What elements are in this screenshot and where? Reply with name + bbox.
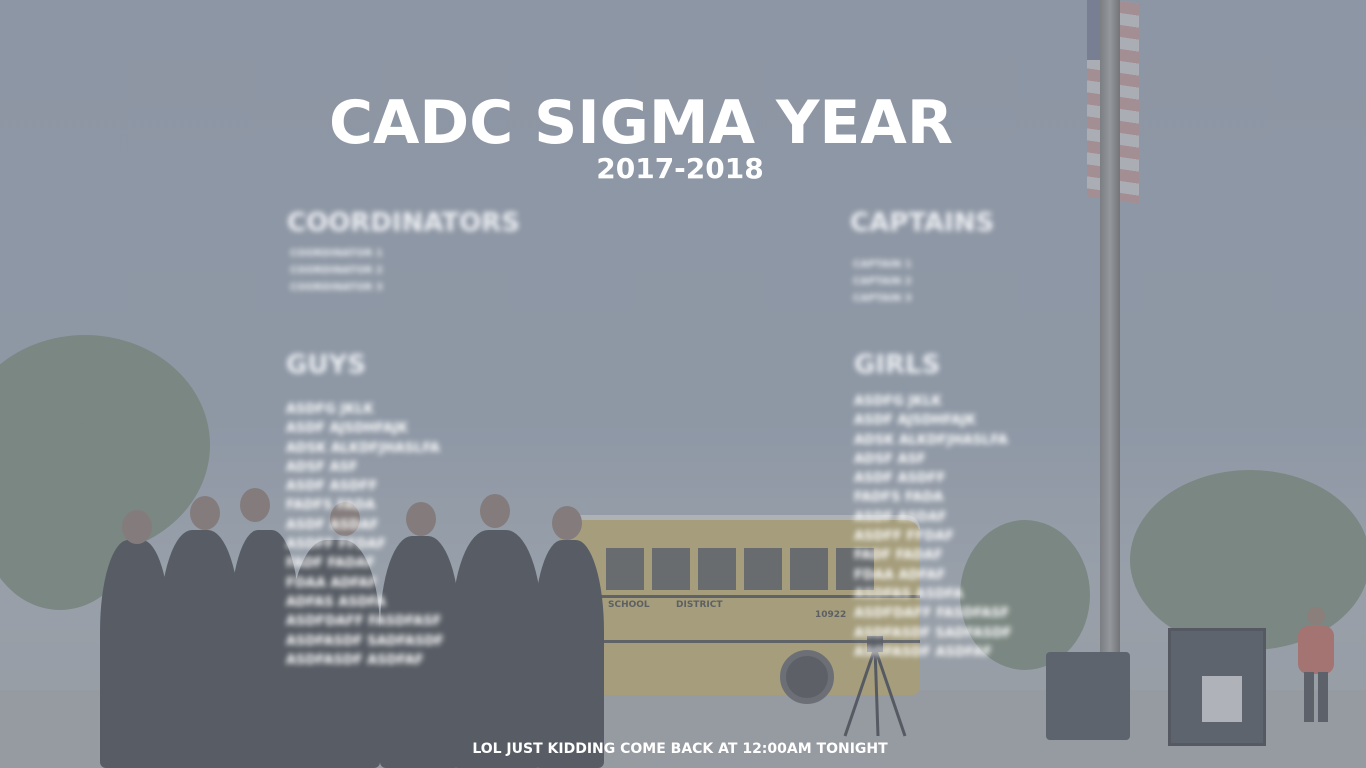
list-item: ASDF ASDFF <box>286 479 378 495</box>
list-item: CAPTAIN 3 <box>853 293 912 304</box>
list-item: FADFS FADA <box>286 498 376 514</box>
captains-list: CAPTAIN 1 CAPTAIN 2 CAPTAIN 3 <box>853 256 912 307</box>
list-item: FADF FADAF <box>286 556 375 572</box>
girls-list: ASDFG JKLK ASDF AJSDHFAJK ADSK ALKDFJHAS… <box>854 392 1012 662</box>
list-item: ASDFAS ASDFA <box>854 586 964 602</box>
list-item: ASDFF FFDAF <box>286 537 386 553</box>
list-item: ASDF AJSDHFAJK <box>286 421 408 437</box>
coordinators-heading: COORDINATORS <box>287 208 521 238</box>
footer-message: LOL JUST KIDDING COME BACK AT 12:00AM TO… <box>472 741 888 757</box>
list-item: ASDFF FFDAF <box>854 529 954 545</box>
list-item: FADF FADAF <box>854 548 943 564</box>
page-title: CADC SIGMA YEAR <box>328 88 954 158</box>
list-item: ASDF AJSDHFAJK <box>854 413 976 429</box>
list-item: COORDINATOR 1 <box>290 248 383 259</box>
list-item: ADSF ASF <box>854 451 926 467</box>
list-item: ASDF ASDAF <box>286 517 379 533</box>
year-subtitle: 2017-2018 <box>596 152 764 185</box>
list-item: FDAA ADFAF <box>286 575 378 591</box>
list-item: FADFS FADA <box>854 490 944 506</box>
list-item: ASDFG JKLK <box>854 394 942 409</box>
list-item: ASDF ASDAF <box>854 509 947 525</box>
list-item: CAPTAIN 1 <box>853 259 912 270</box>
list-item: COORDINATOR 3 <box>290 282 383 293</box>
list-item: ASDFASDF SADFASDF <box>286 633 444 649</box>
list-item: ASDFDAFF FASDFASF <box>286 614 442 630</box>
captains-heading: CAPTAINS <box>850 208 995 238</box>
list-item: CAPTAIN 2 <box>853 276 912 287</box>
list-item: ADSK ALKDFJHASLFA <box>854 432 1008 448</box>
list-item: ASDF ASDFF <box>854 471 946 487</box>
list-item: ASOFASDF ASDFAF <box>854 644 993 660</box>
girls-heading: GIRLS <box>854 350 941 380</box>
list-item: ADFAS ASDFA <box>286 594 386 610</box>
list-item: ASDFASDF SADFASDF <box>854 625 1012 641</box>
list-item: FDAA ADFAF <box>854 567 946 583</box>
list-item: ADSF ASF <box>286 459 358 475</box>
list-item: ASDFG JKLK <box>286 402 374 417</box>
list-item: ASDFASDF ASDFAF <box>286 652 424 668</box>
list-item: COORDINATOR 2 <box>290 265 383 276</box>
list-item: ADSK ALKDFJHASLFA <box>286 440 440 456</box>
coordinators-list: COORDINATOR 1 COORDINATOR 2 COORDINATOR … <box>290 245 383 296</box>
guys-heading: GUYS <box>286 350 367 380</box>
list-item: ASDFDAFF FASDFASF <box>854 606 1010 622</box>
guys-list: ASDFG JKLK ASDF AJSDHFAJK ADSK ALKDFJHAS… <box>286 400 444 670</box>
